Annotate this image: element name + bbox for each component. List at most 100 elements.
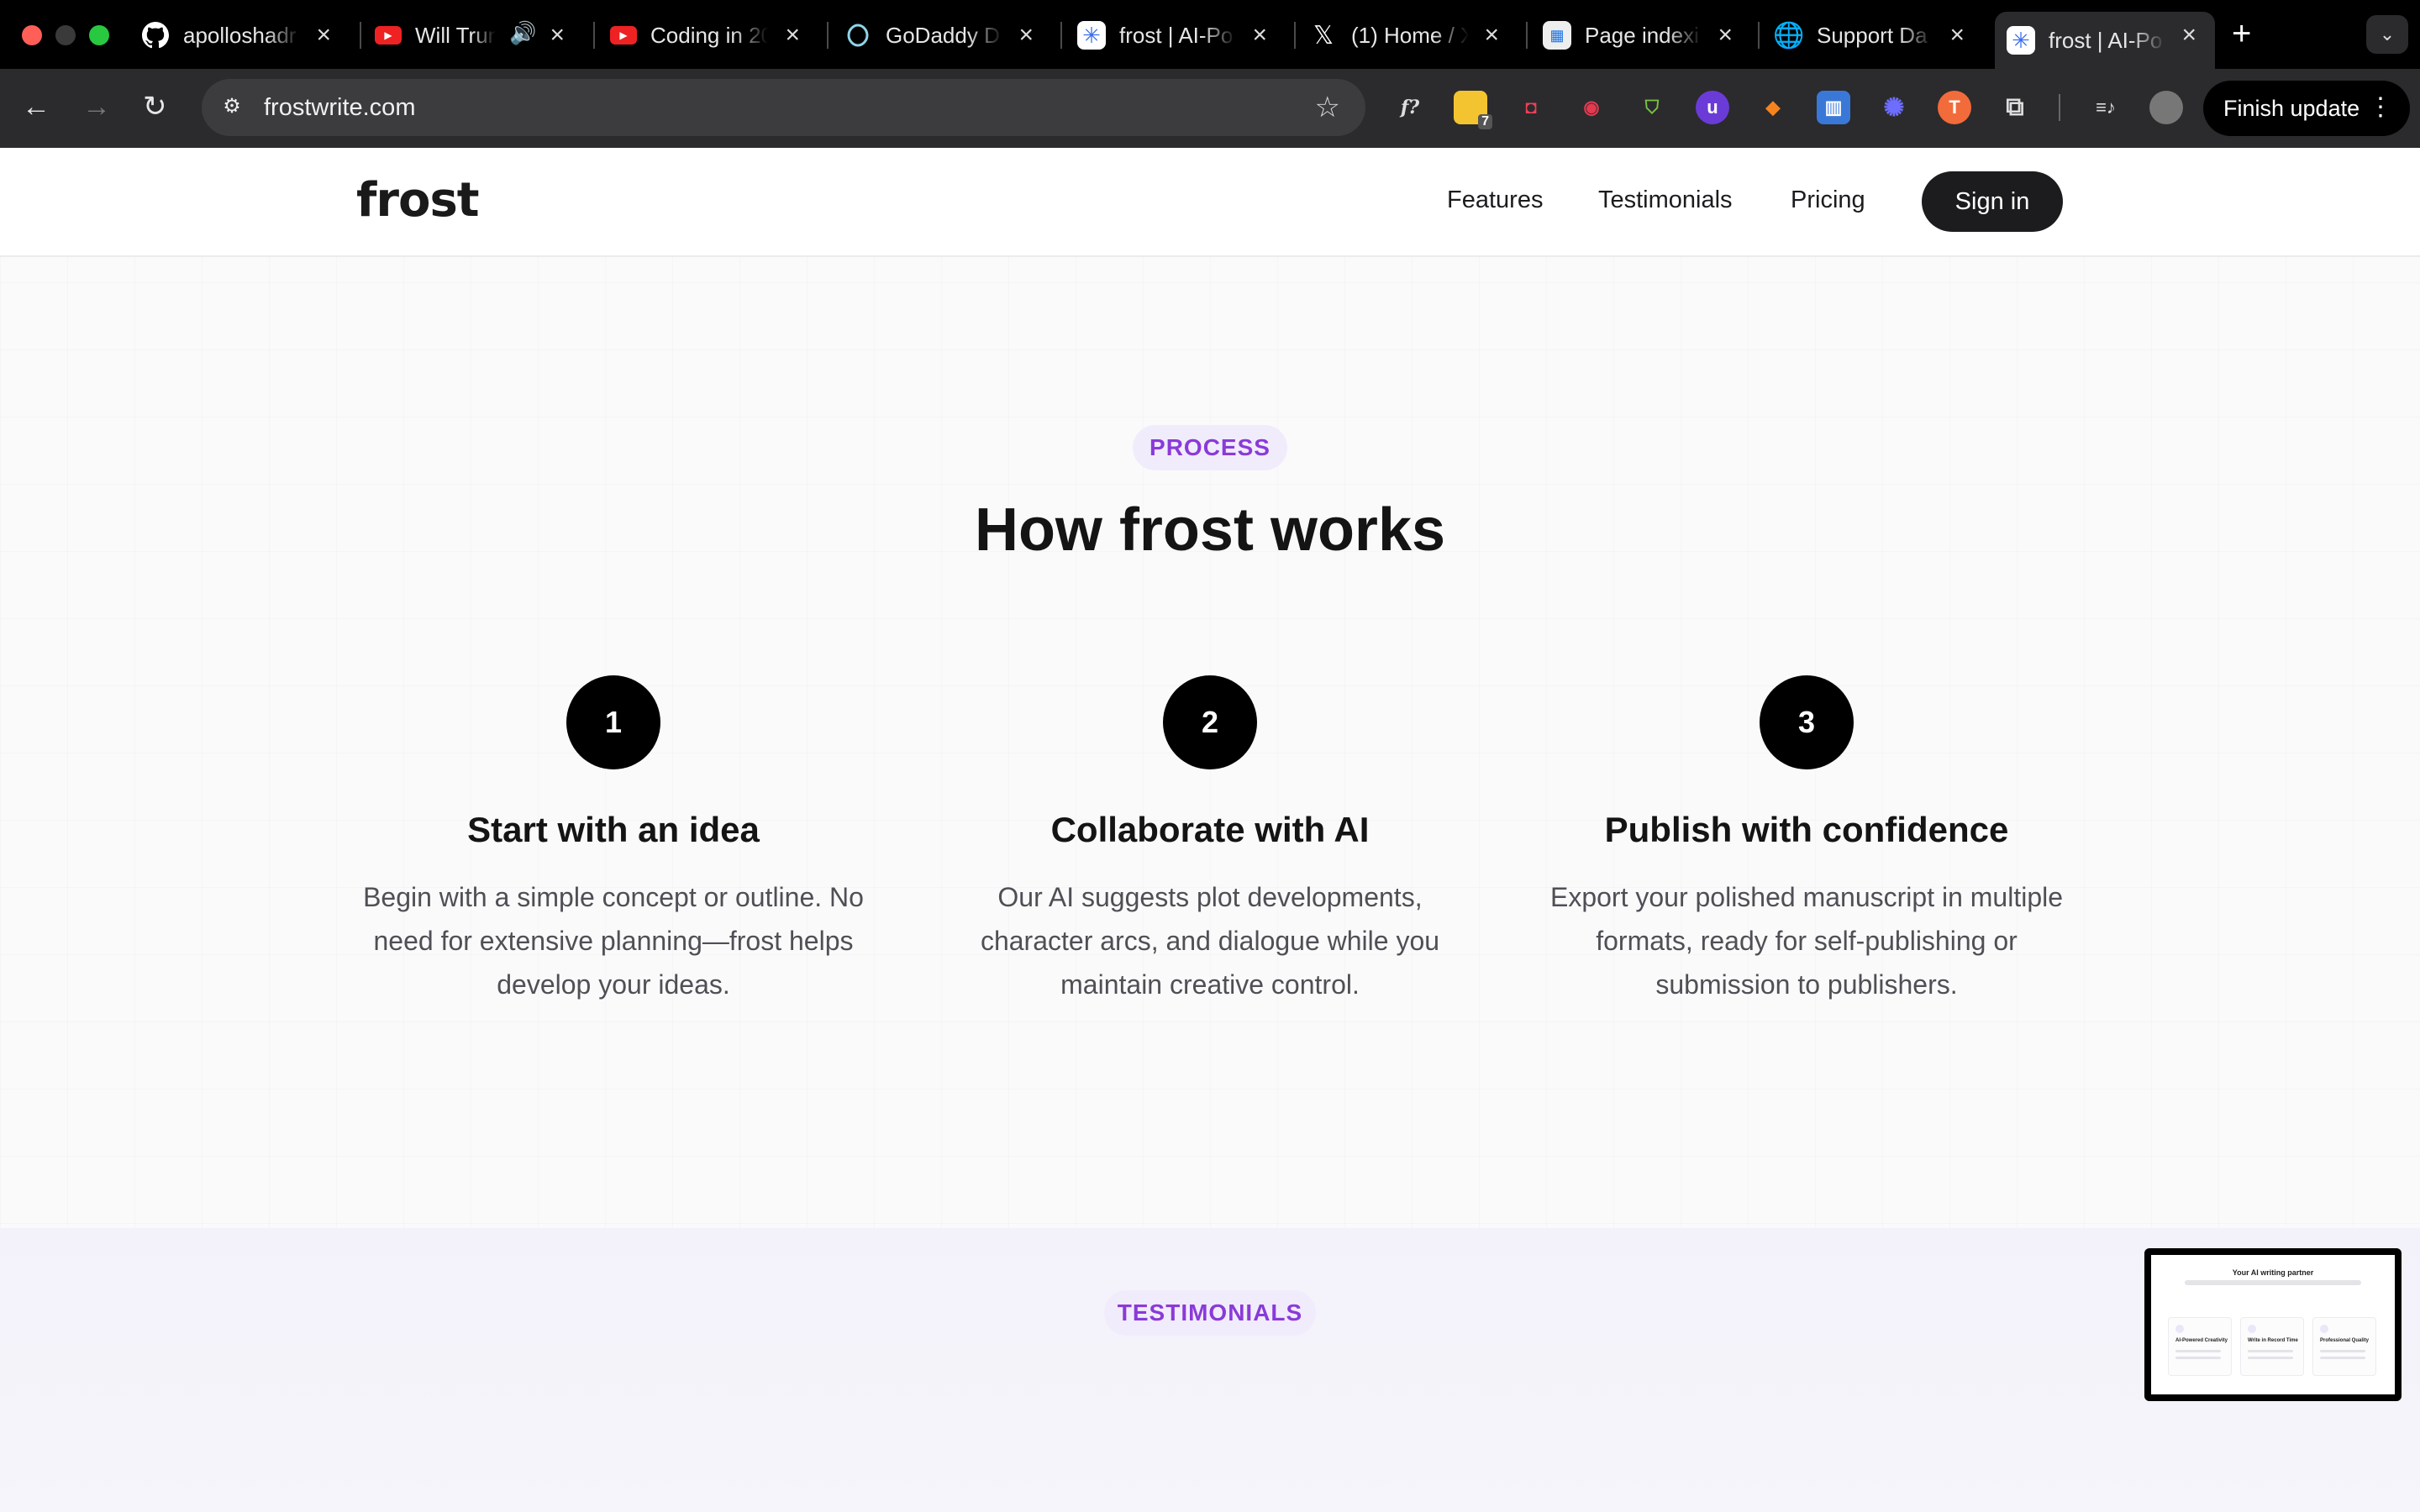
metamask-icon[interactable]: ◆ xyxy=(1756,91,1790,124)
record-icon[interactable]: ◉ xyxy=(1575,91,1608,124)
pip-card-line xyxy=(2320,1357,2365,1359)
url-text[interactable]: frostwrite.com xyxy=(264,94,415,122)
nav-link-testimonials[interactable]: Testimonials xyxy=(1598,186,1733,214)
x-icon: 𝕏 xyxy=(1313,21,1334,50)
back-button[interactable]: ← xyxy=(22,92,50,121)
pip-card-icon xyxy=(2175,1325,2184,1333)
puzzle-icon[interactable]: ⧉ xyxy=(1998,91,2032,124)
reload-button[interactable]: ↻ xyxy=(143,92,167,121)
tab-search-button[interactable]: ⌄ xyxy=(2366,15,2408,54)
site-settings-icon[interactable]: ⚙ xyxy=(218,94,245,121)
pip-card-icon xyxy=(2320,1325,2328,1333)
section-badge: TESTIMONIALS xyxy=(1104,1290,1316,1336)
t-extension-icon[interactable]: T xyxy=(1938,91,1971,124)
pip-card-line xyxy=(2320,1350,2365,1352)
close-tab-icon[interactable]: × xyxy=(550,23,565,48)
close-tab-icon[interactable]: × xyxy=(1949,23,1965,48)
new-tab-button[interactable]: + xyxy=(2232,15,2251,53)
tab-title: frost | AI-Po xyxy=(2049,27,2163,53)
tab-separator xyxy=(360,22,361,49)
pip-content: Your AI writing partner AI-Powered Creat… xyxy=(2151,1255,2395,1394)
browser-tab[interactable]: ✳ frost | AI-Po × xyxy=(1077,12,1286,59)
pip-card-title: AI-Powered Creativity xyxy=(2175,1338,2228,1343)
step-number: 3 xyxy=(1760,675,1854,769)
picture-in-picture-window[interactable]: Your AI writing partner AI-Powered Creat… xyxy=(2144,1248,2402,1401)
close-tab-icon[interactable]: × xyxy=(316,23,331,48)
avatar[interactable] xyxy=(2149,91,2183,124)
browser-tab[interactable]: 𝕏 (1) Home / X × xyxy=(1309,12,1518,59)
fontface-extension-icon[interactable]: f? xyxy=(1393,91,1427,124)
close-tab-icon[interactable]: × xyxy=(785,23,800,48)
tab-title: Coding in 20 xyxy=(650,22,768,48)
shield-icon[interactable]: ⛉ xyxy=(1635,91,1669,124)
tab-title: apolloshadr xyxy=(183,22,297,48)
finish-update-label: Finish update xyxy=(2223,95,2360,121)
site-header: frost Features Testimonials Pricing Sign… xyxy=(0,148,2420,257)
browser-tab-active[interactable]: ✳ frost | AI-Po × xyxy=(1995,12,2215,69)
browser-tab[interactable]: apolloshadr × xyxy=(141,12,350,59)
more-menu-icon[interactable]: ⋮ xyxy=(2368,92,2393,122)
bookmark-star-icon[interactable]: ☆ xyxy=(1315,91,1340,124)
godaddy-icon xyxy=(844,21,872,50)
step-title: Collaborate with AI xyxy=(1050,810,1370,849)
tab-separator xyxy=(1758,22,1760,49)
nav-link-pricing[interactable]: Pricing xyxy=(1791,186,1865,214)
pip-title: Your AI writing partner xyxy=(2232,1268,2314,1277)
spark-extension-icon[interactable]: ✺ xyxy=(1877,91,1911,124)
pip-card-line xyxy=(2248,1350,2293,1352)
pip-card-title: Professional Quality xyxy=(2320,1338,2370,1343)
pip-card-line xyxy=(2248,1357,2293,1359)
speaker-icon[interactable]: 🔊 xyxy=(509,20,536,46)
finish-update-button[interactable]: Finish update ⋮ xyxy=(2203,81,2410,136)
search-console-icon: ▦ xyxy=(1543,21,1571,50)
browser-tab[interactable]: GoDaddy D × xyxy=(844,12,1052,59)
tab-separator xyxy=(1526,22,1528,49)
tab-title: (1) Home / X xyxy=(1351,22,1469,48)
layout-extension-icon[interactable]: ▥ xyxy=(1817,91,1850,124)
testimonials-section xyxy=(0,1228,2420,1512)
browser-tab[interactable]: ▦ Page indexi × xyxy=(1543,12,1751,59)
pocket-icon[interactable]: ◘ xyxy=(1514,91,1548,124)
pip-card: Write in Record Time xyxy=(2240,1317,2304,1376)
browser-tab-bar: apolloshadr × ▶ Will Trun 🔊 × ▶ Coding i… xyxy=(0,0,2420,69)
pip-card-line xyxy=(2175,1357,2221,1359)
close-window-button[interactable] xyxy=(22,25,42,45)
fullscreen-window-button[interactable] xyxy=(89,25,109,45)
process-step: 3 Publish with confidence Export your po… xyxy=(1546,675,2067,1006)
close-tab-icon[interactable]: × xyxy=(1018,23,1034,48)
browser-toolbar: ← → ↻ ⚙ frostwrite.com ☆ xyxy=(0,69,2420,148)
section-badge: PROCESS xyxy=(1133,425,1287,470)
pip-card: AI-Powered Creativity xyxy=(2168,1317,2232,1376)
nav-link-features[interactable]: Features xyxy=(1447,186,1543,214)
close-tab-icon[interactable]: × xyxy=(1252,23,1267,48)
globe-icon: 🌐 xyxy=(1773,21,1805,50)
tab-title: Support Da xyxy=(1817,22,1928,48)
browser-tab[interactable]: ▶ Coding in 20 × xyxy=(610,12,818,59)
tab-separator xyxy=(1060,22,1062,49)
u-extension-icon[interactable]: u xyxy=(1696,91,1729,124)
step-number: 1 xyxy=(566,675,660,769)
browser-tab[interactable]: ▶ Will Trun 🔊 × xyxy=(375,12,583,59)
pip-subtitle-placeholder xyxy=(2185,1280,2361,1285)
process-step: 1 Start with an idea Begin with a simple… xyxy=(353,675,874,1006)
step-description: Begin with a simple concept or outline. … xyxy=(363,882,864,1000)
minimize-window-button[interactable] xyxy=(55,25,76,45)
tab-separator xyxy=(1294,22,1296,49)
close-tab-icon[interactable]: × xyxy=(2181,23,2196,48)
tab-title: Will Trun xyxy=(415,22,496,48)
close-tab-icon[interactable]: × xyxy=(1718,23,1733,48)
media-control-icon[interactable]: ≡♪ xyxy=(2089,91,2123,124)
browser-tab[interactable]: 🌐 Support Da × xyxy=(1773,12,1983,59)
frost-icon: ✳ xyxy=(1077,21,1106,50)
logo[interactable]: frost xyxy=(356,173,480,228)
sign-in-button[interactable]: Sign in xyxy=(1922,171,2063,232)
forward-button[interactable]: → xyxy=(82,92,111,121)
step-description: Export your polished manuscript in multi… xyxy=(1549,882,2064,1000)
close-tab-icon[interactable]: × xyxy=(1484,23,1499,48)
pip-card-title: Write in Record Time xyxy=(2248,1338,2298,1343)
address-bar[interactable]: ⚙ frostwrite.com ☆ xyxy=(202,79,1365,136)
tab-title: GoDaddy D xyxy=(886,22,1000,48)
step-description: Our AI suggests plot developments, chara… xyxy=(980,882,1440,1000)
notes-extension-icon[interactable]: 7 xyxy=(1454,91,1492,129)
step-title: Publish with confidence xyxy=(1604,810,2009,849)
